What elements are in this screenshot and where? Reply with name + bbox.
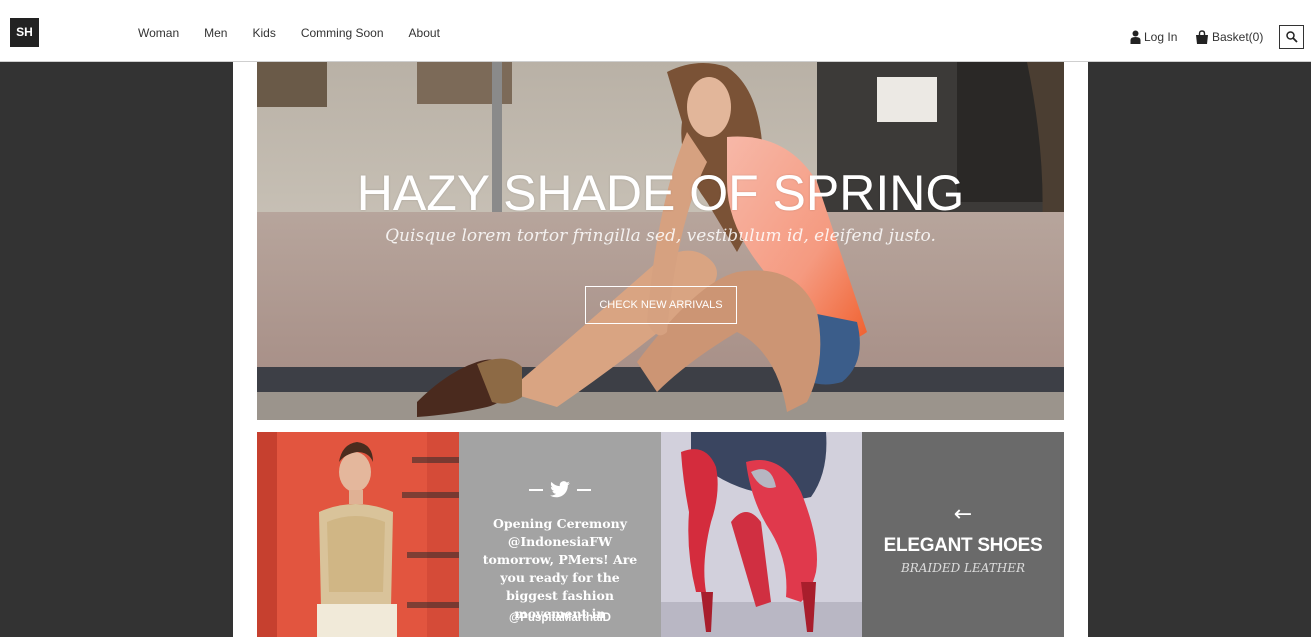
arrow-left-icon: ← xyxy=(953,502,973,527)
login-link[interactable]: Log In xyxy=(1130,30,1177,44)
divider-right xyxy=(577,489,591,491)
check-new-arrivals-button[interactable]: CHECK NEW ARRIVALS xyxy=(585,286,737,324)
search-icon xyxy=(1285,31,1298,43)
nav-item-men[interactable]: Men xyxy=(204,26,227,40)
main-content: HAZY SHADE OF SPRING Quisque lorem torto… xyxy=(233,62,1088,637)
hero-title: HAZY SHADE OF SPRING xyxy=(356,165,965,221)
login-label: Log In xyxy=(1144,30,1178,44)
shopping-bag-icon xyxy=(1196,30,1208,44)
user-icon xyxy=(1130,30,1141,44)
hero-banner: HAZY SHADE OF SPRING Quisque lorem torto… xyxy=(257,62,1064,420)
site-logo[interactable]: SH xyxy=(10,18,39,47)
twitter-icon xyxy=(550,481,570,498)
tile-elegant-shoes[interactable]: ← ELEGANT SHOES BRAIDED LEATHER xyxy=(862,432,1064,637)
nav-item-woman[interactable]: Woman xyxy=(138,26,179,40)
basket-link[interactable]: Basket(0) xyxy=(1195,30,1263,44)
twitter-header xyxy=(459,481,661,499)
tweet-text: Opening Ceremony @IndonesiaFW tomorrow, … xyxy=(482,516,638,621)
shoes-subtitle: BRAIDED LEATHER xyxy=(900,561,1026,575)
red-heels-image xyxy=(661,432,863,637)
tile-fashion-photo[interactable] xyxy=(257,432,459,637)
shoes-title: ELEGANT SHOES xyxy=(883,535,1043,556)
search-button[interactable] xyxy=(1279,25,1304,49)
main-nav: Woman Men Kids Comming Soon About xyxy=(138,26,465,40)
nav-item-comming-soon[interactable]: Comming Soon xyxy=(301,26,384,40)
hero-subtitle: Quisque lorem tortor fringilla sed, vest… xyxy=(385,226,936,246)
nav-item-kids[interactable]: Kids xyxy=(252,26,275,40)
basket-label: Basket(0) xyxy=(1212,30,1264,44)
nav-item-about[interactable]: About xyxy=(409,26,440,40)
tile-heels-photo[interactable] xyxy=(661,432,863,637)
divider-left xyxy=(529,489,543,491)
fashion-model-image xyxy=(257,432,459,637)
site-header: SH Woman Men Kids Comming Soon About Log… xyxy=(0,0,1311,62)
tweet-handle[interactable]: @PuspitaMarthaID xyxy=(459,612,661,624)
tile-twitter-feed[interactable]: Opening Ceremony @IndonesiaFW tomorrow, … xyxy=(459,432,661,637)
